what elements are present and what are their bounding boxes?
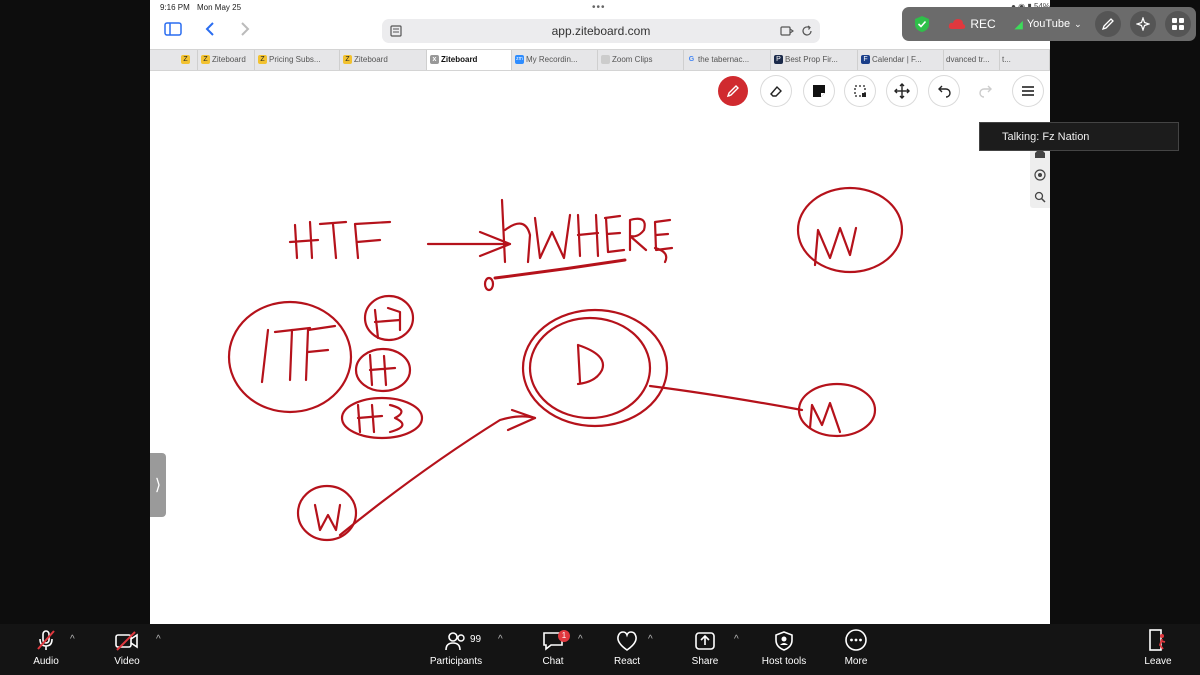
share-label: Share — [691, 656, 719, 667]
more-button[interactable]: More — [836, 624, 876, 675]
chat-unread-badge: 1 — [558, 630, 570, 642]
sketch-stroke — [628, 217, 648, 252]
host-tools-button[interactable]: Host tools — [757, 624, 811, 675]
sketch-stroke — [653, 218, 674, 252]
side-panel-handle[interactable]: ⟩ — [150, 453, 166, 517]
share-options-caret-icon[interactable]: ^ — [734, 634, 739, 645]
cloud-record-icon — [949, 19, 966, 29]
sketch-stroke — [493, 258, 627, 280]
shield-host-icon — [775, 631, 793, 651]
chat-options-caret-icon[interactable]: ^ — [578, 634, 583, 645]
participants-icon — [445, 632, 465, 651]
grid-icon — [1172, 18, 1184, 30]
sparkle-icon — [1136, 17, 1150, 31]
sketch-stroke — [353, 220, 392, 260]
audio-options-caret-icon[interactable]: ^ — [70, 634, 75, 645]
sketch-stroke — [368, 353, 397, 387]
chevron-right-icon: ⟩ — [154, 477, 162, 494]
video-label: Video — [114, 656, 140, 667]
sketch-stroke — [296, 484, 358, 542]
sketch-stroke — [796, 186, 904, 274]
sketch-stroke — [318, 220, 348, 260]
sketch-stroke — [576, 343, 605, 386]
leave-label: Leave — [1144, 656, 1172, 667]
youtube-live-dropdown[interactable]: ◢ YouTube ⌄ — [1006, 11, 1090, 37]
share-screen-icon — [695, 632, 715, 650]
chat-label: Chat — [542, 656, 564, 667]
react-button[interactable]: React — [607, 624, 647, 675]
leave-door-icon — [1149, 629, 1166, 651]
zoom-meeting-controls: Audio ^ Video ^ Participants 99 ^ Chat 1… — [0, 624, 1200, 675]
heart-icon — [617, 631, 637, 651]
audio-button[interactable]: Audio — [22, 624, 70, 675]
audio-label: Audio — [33, 656, 59, 667]
ipad-screen: 9:16 PM Mon May 25 ● ◉ ▮ 54% ••• app.zit… — [150, 0, 1050, 624]
chevron-down-icon: ⌄ — [1074, 18, 1082, 29]
sketch-stroke — [533, 213, 572, 260]
sketch-stroke — [356, 403, 404, 434]
sketch-stroke — [528, 316, 652, 420]
ai-companion-button[interactable] — [1130, 11, 1156, 37]
sketch-stroke — [506, 408, 537, 432]
talking-indicator: Talking: Fz Nation — [979, 122, 1179, 151]
video-options-caret-icon[interactable]: ^ — [156, 634, 161, 645]
sketch-stroke — [338, 415, 537, 537]
share-button[interactable]: Share — [685, 624, 725, 675]
participants-count: 99 — [470, 634, 482, 645]
leave-button[interactable]: Leave — [1138, 624, 1178, 675]
sketch-stroke — [373, 306, 402, 340]
sketch-stroke — [576, 213, 600, 258]
whiteboard-canvas[interactable] — [150, 0, 1050, 624]
react-options-caret-icon[interactable]: ^ — [648, 634, 653, 645]
annotate-pen-button[interactable] — [1095, 11, 1121, 37]
more-dots-icon — [845, 629, 867, 651]
sketch-stroke — [340, 396, 424, 440]
sketch-stroke — [648, 384, 804, 412]
recording-indicator[interactable]: REC — [946, 11, 998, 37]
rec-label: REC — [970, 17, 996, 31]
participants-label: Participants — [429, 656, 483, 667]
host-tools-label: Host tools — [761, 656, 807, 667]
participants-options-caret-icon[interactable]: ^ — [498, 634, 503, 645]
sketch-stroke — [260, 324, 337, 384]
sketch-stroke — [288, 220, 320, 260]
zoom-top-toolbar: REC ◢ YouTube ⌄ — [902, 7, 1196, 41]
more-label: More — [844, 656, 868, 667]
shield-icon[interactable] — [910, 11, 934, 37]
participants-button[interactable]: Participants — [426, 624, 486, 675]
sketch-stroke — [483, 276, 495, 292]
sketch-stroke — [808, 401, 842, 434]
sketch-stroke — [603, 214, 626, 254]
sketch-stroke — [813, 226, 858, 267]
microphone-muted-icon — [37, 630, 55, 650]
live-stream-icon: ◢ — [1014, 18, 1023, 31]
youtube-label: YouTube — [1026, 18, 1071, 30]
camera-off-icon — [115, 631, 138, 651]
apps-grid-button[interactable] — [1165, 11, 1191, 37]
react-label: React — [613, 656, 641, 667]
sketch-stroke — [500, 198, 532, 264]
sketch-stroke — [363, 294, 415, 342]
sketch-stroke — [313, 503, 342, 532]
video-button[interactable]: Video — [104, 624, 150, 675]
sketch-stroke — [521, 308, 669, 428]
pen-icon — [1101, 18, 1114, 31]
